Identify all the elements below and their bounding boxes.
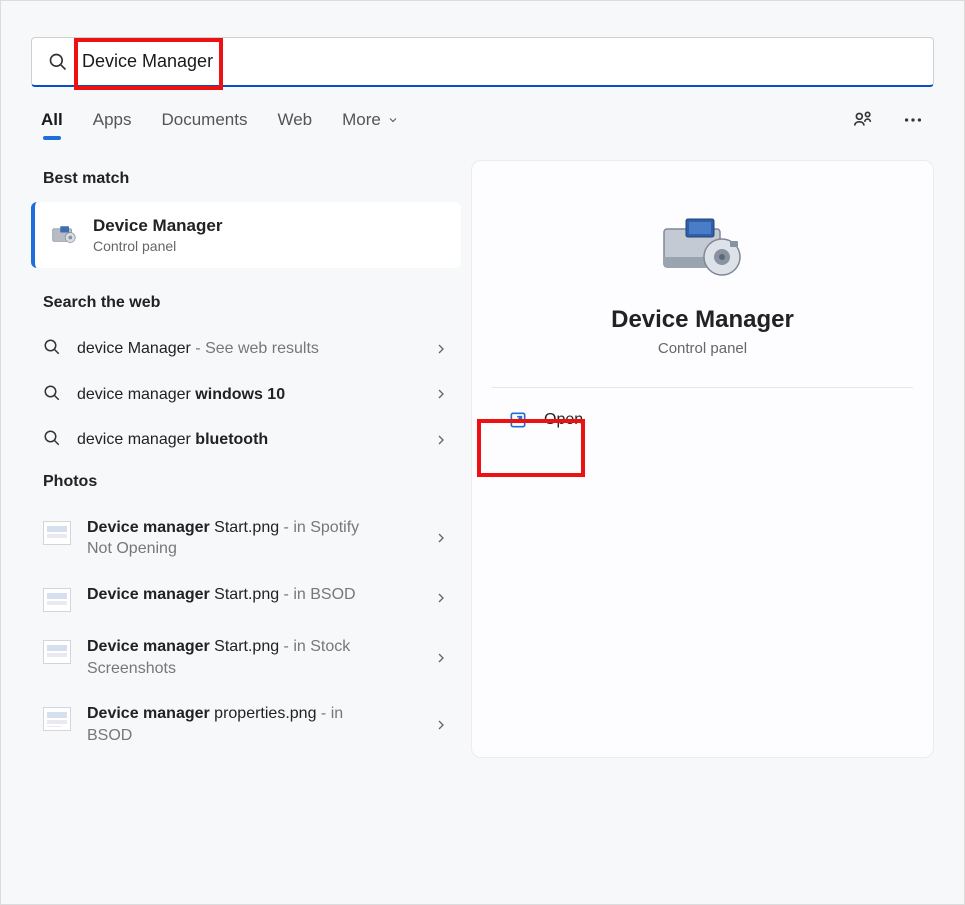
web-result-prefix: device manager <box>77 386 195 403</box>
device-manager-icon <box>49 220 79 250</box>
results-left: Best match Device Manager Control panel … <box>31 160 461 758</box>
thumbnail-icon <box>43 640 71 664</box>
preview-inner: Device Manager Control panel Open <box>492 191 913 442</box>
photo-name-bold: Device manager <box>87 586 210 603</box>
web-result-text: device Manager - See web results <box>77 338 319 360</box>
web-result-item[interactable]: device manager bluetooth <box>31 417 461 463</box>
search-icon <box>48 52 68 72</box>
web-result-prefix: device manager <box>77 431 195 448</box>
thumbnail-icon <box>43 588 71 612</box>
chevron-right-icon <box>433 717 449 733</box>
more-options-icon[interactable] <box>902 109 924 136</box>
web-result-bold: windows 10 <box>195 386 285 403</box>
best-match-title: Device Manager <box>93 216 222 236</box>
tab-more-label: More <box>342 110 381 130</box>
filter-tabs: All Apps Documents Web More <box>41 110 399 136</box>
web-result-suffix: - See web results <box>191 340 319 357</box>
open-external-icon <box>508 410 528 430</box>
photo-location: - in BSOD <box>279 586 355 603</box>
search-icon <box>43 384 61 402</box>
preview-title: Device Manager <box>611 306 794 334</box>
filter-tabs-row: All Apps Documents Web More <box>1 87 964 150</box>
preview-subtitle: Control panel <box>658 340 747 357</box>
photo-result-item[interactable]: Device manager properties.png - in BSOD <box>31 691 461 758</box>
chevron-right-icon <box>433 650 449 666</box>
photo-result-item[interactable]: Device manager Start.png - in Stock Scre… <box>31 624 461 691</box>
open-action[interactable]: Open <box>492 398 913 442</box>
tab-documents[interactable]: Documents <box>161 110 247 136</box>
chevron-right-icon <box>433 530 449 546</box>
chevron-right-icon <box>433 386 449 402</box>
search-bar[interactable] <box>31 37 934 87</box>
web-result-bold: bluetooth <box>195 431 268 448</box>
thumbnail-icon <box>43 707 71 731</box>
photo-name-rest: Start.png <box>210 519 279 536</box>
thumbnail-icon <box>43 521 71 545</box>
chevron-down-icon <box>387 114 399 126</box>
tabs-right-actions <box>852 109 924 136</box>
feedback-icon[interactable] <box>852 109 874 136</box>
tab-all[interactable]: All <box>41 110 63 136</box>
tab-web[interactable]: Web <box>277 110 312 136</box>
photo-name-rest: Start.png <box>210 586 279 603</box>
web-result-item[interactable]: device manager windows 10 <box>31 372 461 418</box>
tab-apps[interactable]: Apps <box>93 110 132 136</box>
section-search-web: Search the web <box>31 284 461 326</box>
photo-name-rest: properties.png <box>210 705 317 722</box>
divider <box>492 387 913 388</box>
search-icon <box>43 338 61 356</box>
photo-name-bold: Device manager <box>87 705 210 722</box>
search-input[interactable] <box>68 38 917 85</box>
search-bar-container <box>1 1 964 87</box>
results-content: Best match Device Manager Control panel … <box>1 150 964 758</box>
photo-name-bold: Device manager <box>87 519 210 536</box>
preview-panel: Device Manager Control panel Open <box>471 160 934 758</box>
section-best-match: Best match <box>31 160 461 202</box>
best-match-subtitle: Control panel <box>93 238 222 254</box>
photo-result-item[interactable]: Device manager Start.png - in BSOD <box>31 572 461 624</box>
search-window: All Apps Documents Web More Bes <box>0 0 965 905</box>
photo-result-text: Device manager Start.png - in Spotify No… <box>87 517 387 560</box>
photo-result-item[interactable]: Device manager Start.png - in Spotify No… <box>31 505 461 572</box>
photo-result-text: Device manager Start.png - in Stock Scre… <box>87 636 387 679</box>
best-match-text: Device Manager Control panel <box>93 216 222 254</box>
photo-name-rest: Start.png <box>210 638 279 655</box>
tab-more[interactable]: More <box>342 110 399 136</box>
photo-result-text: Device manager Start.png - in BSOD <box>87 584 356 606</box>
best-match-item[interactable]: Device Manager Control panel <box>31 202 461 268</box>
web-result-text: device manager bluetooth <box>77 429 268 451</box>
chevron-right-icon <box>433 432 449 448</box>
photo-result-text: Device manager properties.png - in BSOD <box>87 703 387 746</box>
open-action-label: Open <box>544 411 583 429</box>
web-result-item[interactable]: device Manager - See web results <box>31 326 461 372</box>
web-result-prefix: device Manager <box>77 340 191 357</box>
search-icon <box>43 429 61 447</box>
device-manager-large-icon <box>658 211 748 283</box>
photo-name-bold: Device manager <box>87 638 210 655</box>
section-photos: Photos <box>31 463 461 505</box>
chevron-right-icon <box>433 341 449 357</box>
chevron-right-icon <box>433 590 449 606</box>
preview-hero-icon <box>658 211 748 288</box>
web-result-text: device manager windows 10 <box>77 384 285 406</box>
